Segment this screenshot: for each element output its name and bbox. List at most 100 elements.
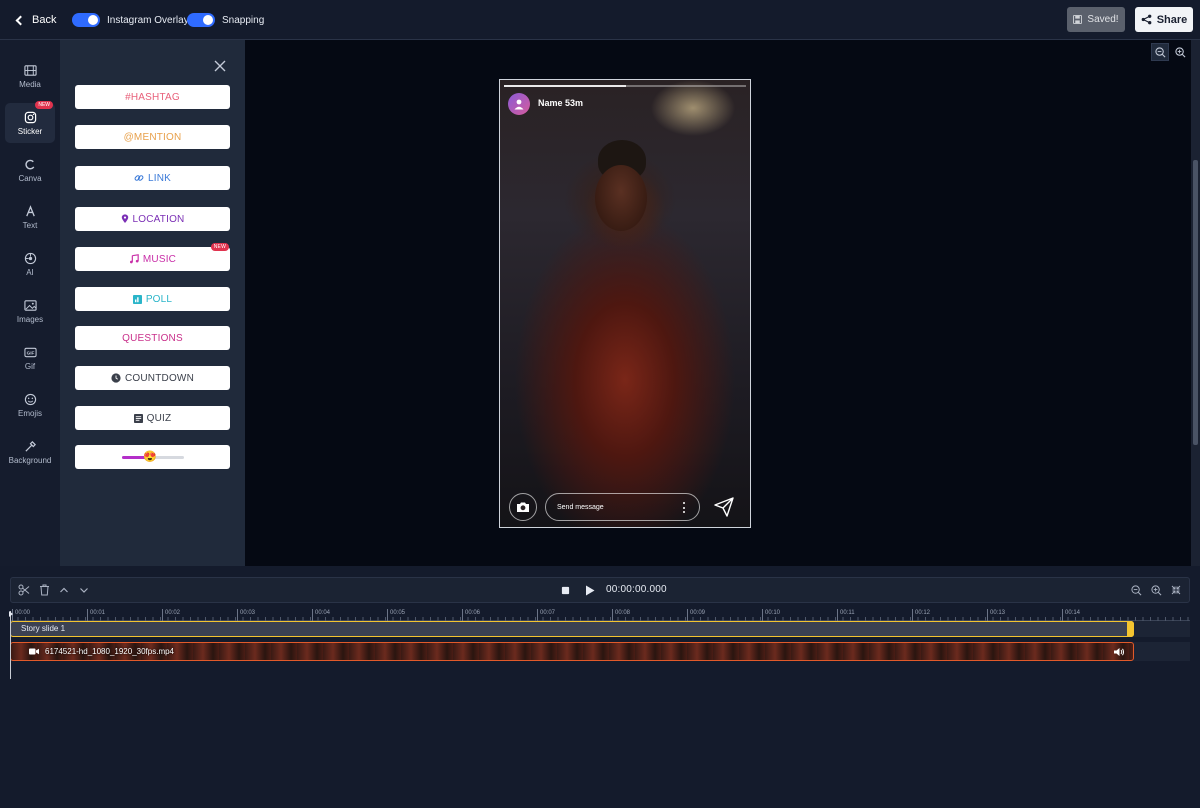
story-progress-bar xyxy=(504,85,746,87)
more-vertical-icon[interactable] xyxy=(683,502,686,513)
close-icon[interactable] xyxy=(213,59,227,73)
slider-emoji[interactable]: 😍 xyxy=(143,450,157,464)
rail-item-label: Emojis xyxy=(17,408,42,418)
rail-item-sticker[interactable]: NEW Sticker xyxy=(5,101,55,143)
ruler-tick-label: 00:05 xyxy=(387,609,405,621)
sticker-mention[interactable]: @MENTION xyxy=(75,125,230,149)
sticker-emoji-slider[interactable]: 😍 xyxy=(75,445,230,469)
story-slide-track[interactable]: Story slide 1 xyxy=(10,621,1134,637)
camera-button[interactable] xyxy=(509,493,537,521)
share-button[interactable]: Share xyxy=(1135,7,1193,32)
film-icon xyxy=(23,64,37,76)
saved-button[interactable]: Saved! xyxy=(1067,7,1125,32)
story-username: Name 53m xyxy=(538,98,584,108)
zoom-out-icon xyxy=(1154,46,1165,57)
ruler-tick-label: 00:10 xyxy=(762,609,780,621)
stop-icon xyxy=(561,586,569,594)
delete-button[interactable] xyxy=(37,583,51,597)
toggle-switch[interactable] xyxy=(187,13,215,27)
video-clip-label: 6174521-hd_1080_1920_30fps.mp4 xyxy=(29,647,174,656)
top-bar: Back Instagram Overlay Snapping Saved! S… xyxy=(0,0,1200,40)
back-button[interactable]: Back xyxy=(14,11,56,29)
canva-icon xyxy=(24,159,34,169)
toggle-switch[interactable] xyxy=(72,13,100,27)
instagram-overlay-toggle[interactable]: Instagram Overlay xyxy=(72,11,189,29)
smiley-icon xyxy=(24,393,36,405)
timeline-zoom-out-button[interactable] xyxy=(1129,583,1143,597)
rail-item-text[interactable]: Text xyxy=(5,197,55,237)
scrollbar-thumb[interactable] xyxy=(1193,160,1198,445)
text-icon xyxy=(25,204,35,216)
user-icon xyxy=(514,99,524,110)
send-icon[interactable] xyxy=(713,496,735,518)
rail-item-label: Canva xyxy=(18,173,42,183)
sticker-countdown[interactable]: COUNTDOWN xyxy=(75,366,230,390)
rail-item-ai[interactable]: AI xyxy=(5,244,55,284)
message-placeholder: Send message xyxy=(557,503,604,511)
rail-item-emojis[interactable]: Emojis xyxy=(5,385,55,425)
timeline-zoom-in-button[interactable] xyxy=(1149,583,1163,597)
sticker-label: LINK xyxy=(147,172,172,184)
ruler-tick-label: 00:04 xyxy=(312,609,330,621)
video-camera-icon xyxy=(29,648,39,655)
zoom-in-icon xyxy=(1174,46,1185,57)
sticker-questions[interactable]: QUESTIONS xyxy=(75,326,230,350)
zoom-out-icon xyxy=(1130,584,1141,595)
floppy-disk-icon xyxy=(1073,15,1083,24)
rail-item-label: Images xyxy=(16,314,44,324)
cut-button[interactable] xyxy=(17,583,31,597)
ruler-tick-label: 00:06 xyxy=(462,609,480,621)
send-message-input[interactable]: Send message xyxy=(545,493,700,521)
new-badge: NEW xyxy=(35,101,53,109)
ruler-tick-label: 00:13 xyxy=(987,609,1005,621)
zoom-out-button[interactable] xyxy=(1151,43,1169,61)
ruler-tick-label: 00:14 xyxy=(1062,609,1080,621)
rail-item-gif[interactable]: GIF Gif xyxy=(5,338,55,378)
sticker-poll[interactable]: POLL xyxy=(75,287,230,311)
play-button[interactable] xyxy=(583,583,597,597)
toggle-label: Instagram Overlay xyxy=(107,14,189,26)
ruler-tick-label: 00:03 xyxy=(237,609,255,621)
playhead[interactable] xyxy=(9,611,13,679)
snapping-toggle[interactable]: Snapping xyxy=(187,11,264,29)
canvas-scrollbar[interactable] xyxy=(1191,40,1200,566)
fit-timeline-button[interactable] xyxy=(1169,583,1183,597)
sticker-location[interactable]: LOCATION xyxy=(75,207,230,231)
rail-item-label: Gif xyxy=(24,361,36,371)
rail-item-label: AI xyxy=(26,267,34,277)
location-pin-icon xyxy=(121,214,128,223)
stop-button[interactable] xyxy=(558,583,572,597)
volume-icon[interactable] xyxy=(1113,646,1125,658)
rail-item-label: Media xyxy=(19,79,41,89)
share-label: Share xyxy=(1156,13,1188,26)
rail-item-canva[interactable]: Canva xyxy=(5,150,55,190)
eyedropper-icon xyxy=(24,440,36,452)
ruler-tick-label: 00:12 xyxy=(912,609,930,621)
rail-item-images[interactable]: Images xyxy=(5,291,55,331)
music-note-icon xyxy=(129,254,139,264)
story-preview[interactable]: Name 53m Send message xyxy=(499,79,751,528)
sticker-music[interactable]: NEW MUSIC xyxy=(75,243,230,271)
rail-item-label: Text xyxy=(22,220,38,230)
chevron-up-icon xyxy=(60,587,68,593)
collapse-icon xyxy=(1171,585,1181,595)
story-photo-face xyxy=(595,165,647,231)
ruler-tick-label: 00:09 xyxy=(687,609,705,621)
video-clip-track[interactable]: 6174521-hd_1080_1920_30fps.mp4 xyxy=(10,642,1134,661)
rail-item-label: Sticker xyxy=(17,126,43,136)
slide-resize-handle[interactable] xyxy=(1127,621,1134,637)
poll-icon xyxy=(132,294,142,304)
sticker-link[interactable]: LINK xyxy=(75,166,230,190)
sticker-label: @MENTION xyxy=(123,131,182,143)
move-up-button[interactable] xyxy=(57,583,71,597)
rail-item-background[interactable]: Background xyxy=(5,432,55,472)
zoom-in-button[interactable] xyxy=(1171,43,1189,61)
sticker-quiz[interactable]: QUIZ xyxy=(75,406,230,430)
video-filename: 6174521-hd_1080_1920_30fps.mp4 xyxy=(45,647,175,656)
rail-item-media[interactable]: Media xyxy=(5,56,55,96)
sticker-hashtag[interactable]: #HASHTAG xyxy=(75,85,230,109)
sticker-label: POLL xyxy=(145,293,173,305)
quiz-icon xyxy=(133,413,143,423)
move-down-button[interactable] xyxy=(77,583,91,597)
ruler-tick-label: 00:00 xyxy=(12,609,30,621)
